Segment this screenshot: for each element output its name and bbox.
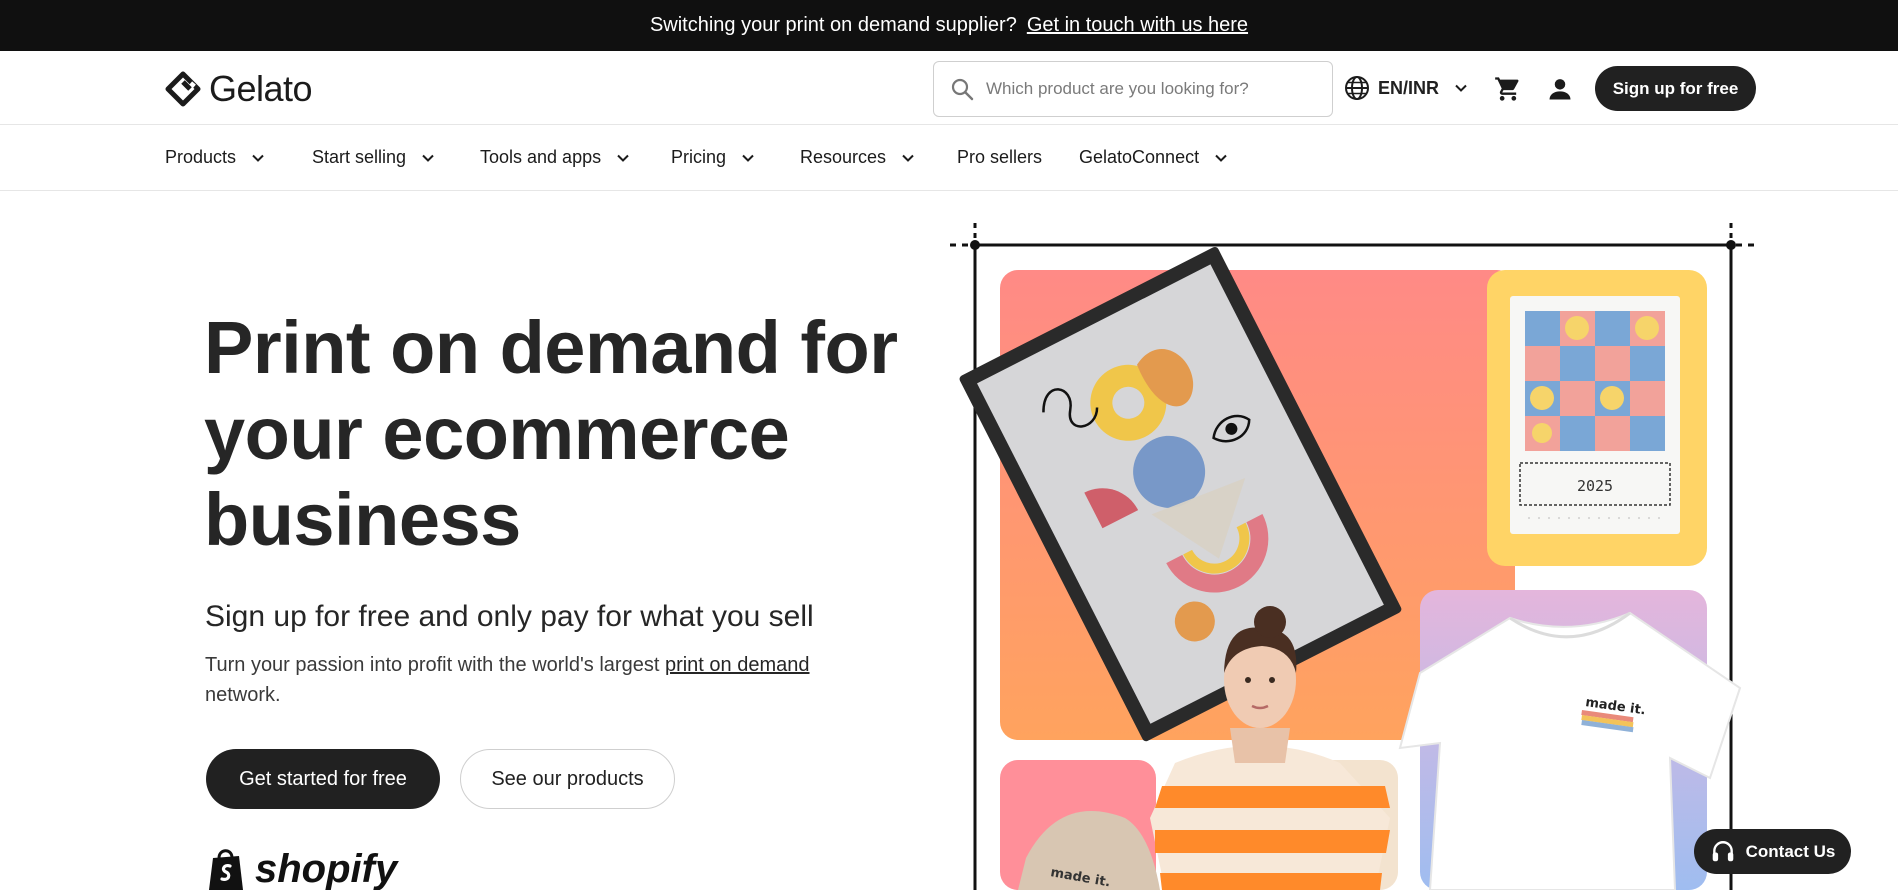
gelato-logo[interactable]: Gelato <box>165 68 313 110</box>
nav-pro-sellers[interactable]: Pro sellers <box>957 147 1042 168</box>
banner-text: Switching your print on demand supplier? <box>649 14 1017 36</box>
shopify-bag-icon <box>209 849 243 890</box>
chevron-down-icon <box>742 154 754 162</box>
hero-subtitle: Sign up for free and only pay for what y… <box>205 600 814 633</box>
see-products-button[interactable]: See our products <box>460 749 675 809</box>
chevron-down-icon <box>1455 84 1467 92</box>
nav-label: Pricing <box>671 147 727 167</box>
gelato-logo-icon <box>165 71 201 107</box>
calendar-year: 2025 <box>1577 477 1613 495</box>
shopify-logo: shopify <box>205 846 397 890</box>
banner-contact-link[interactable]: Get in touch with us here <box>1027 14 1248 37</box>
nav-label: Resources <box>800 147 887 167</box>
search-input[interactable] <box>986 79 1306 99</box>
chevron-down-icon <box>902 154 914 162</box>
nav-pricing[interactable]: Pricing <box>671 147 756 168</box>
site-header: Gelato EN/INR Sign up for free <box>0 51 1898 125</box>
hero-desc-after: network. <box>205 684 281 706</box>
hero-title: Print on demand for your ecommerce busin… <box>204 306 898 561</box>
user-icon <box>1549 79 1571 100</box>
shopify-wordmark: shopify <box>255 846 398 890</box>
logo-text: Gelato <box>209 68 313 109</box>
nav-label: Products <box>165 147 237 167</box>
contact-us-button[interactable]: Contact Us <box>1694 829 1851 874</box>
language-selector[interactable]: EN/INR <box>1344 75 1469 101</box>
search-icon <box>951 78 974 101</box>
headset-icon <box>1712 840 1733 861</box>
cart-icon <box>1495 77 1519 101</box>
hero-desc-before: Turn your passion into profit with the w… <box>205 654 665 676</box>
top-banner: Switching your print on demand supplier?… <box>0 0 1898 51</box>
cart-button[interactable] <box>1494 75 1522 108</box>
search-box[interactable] <box>933 61 1333 117</box>
get-started-button[interactable]: Get started for free <box>206 749 440 809</box>
globe-icon <box>1345 76 1369 100</box>
language-label: EN/INR <box>1378 77 1440 98</box>
wall-calendar: 2025 <box>1510 296 1680 534</box>
nav-tools-and-apps[interactable]: Tools and apps <box>480 147 631 168</box>
hero-product-collage: 2025 made it. made it. <box>950 223 1760 890</box>
nav-label: Pro sellers <box>957 147 1043 167</box>
nav-resources[interactable]: Resources <box>800 147 916 168</box>
chevron-down-icon <box>422 154 434 162</box>
main-nav: Products Start selling Tools and apps Pr… <box>0 125 1898 191</box>
chevron-down-icon <box>617 154 629 162</box>
signup-button[interactable]: Sign up for free <box>1595 66 1756 111</box>
nav-gelatoconnect[interactable]: GelatoConnect <box>1079 147 1229 168</box>
nav-start-selling[interactable]: Start selling <box>312 147 436 168</box>
contact-us-label: Contact Us <box>1745 841 1836 861</box>
hero-description: Turn your passion into profit with the w… <box>205 650 865 710</box>
nav-label: Tools and apps <box>480 147 602 167</box>
chevron-down-icon <box>252 154 264 162</box>
print-on-demand-link[interactable]: print on demand <box>665 654 810 676</box>
nav-label: GelatoConnect <box>1079 147 1200 167</box>
nav-products[interactable]: Products <box>165 147 266 168</box>
account-button[interactable] <box>1546 75 1574 108</box>
nav-label: Start selling <box>312 147 407 167</box>
chevron-down-icon <box>1215 154 1227 162</box>
